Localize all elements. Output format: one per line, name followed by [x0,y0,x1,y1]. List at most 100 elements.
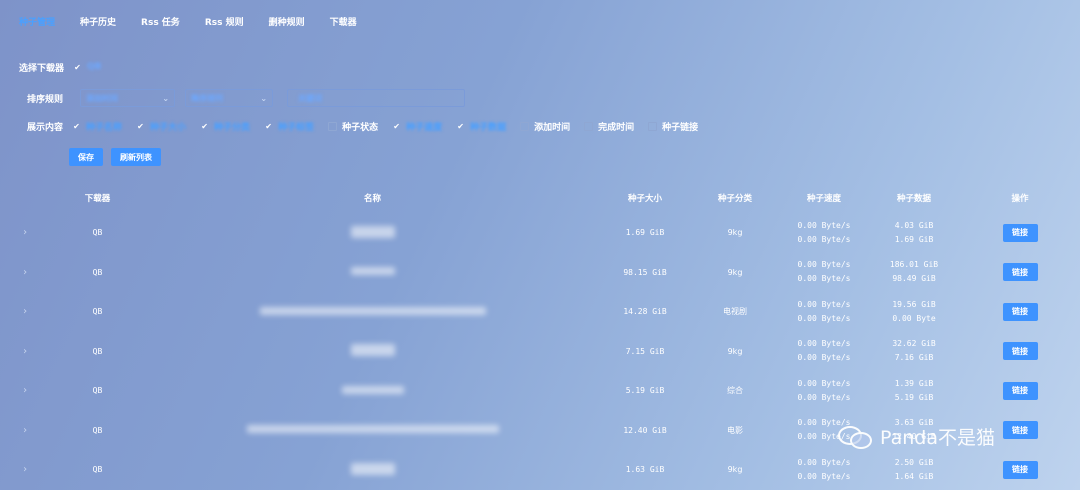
size-cell: 1.69 GiB [625,228,665,238]
downloader-cell: QB [92,425,103,435]
option-torrent-data[interactable]: ✔ 种子数据 [456,120,506,133]
checkbox[interactable]: ✔ [72,122,81,131]
checkbox[interactable]: ✔ [136,122,145,131]
category-cell: 综合 [727,386,743,396]
data-cell: 19.56 GiB 0.00 Byte [868,292,960,332]
name-cell [145,332,600,372]
save-button[interactable]: 保存 [69,148,103,166]
checkbox[interactable] [328,121,338,131]
expand-row-icon[interactable]: › [0,411,50,451]
link-button[interactable]: 链接 [1002,302,1038,321]
tab-downloaders[interactable]: 下载器 [330,15,357,28]
name-cell [145,411,600,451]
search-placeholder: 关键词 [298,93,323,103]
download-speed: 0.00 Byte/s [797,274,851,284]
uploaded: 1.39 GiB [894,378,934,388]
link-button[interactable]: 链接 [1002,381,1038,400]
expand-row-icon[interactable]: › [0,332,50,372]
uploaded: 2.50 GiB [894,457,934,467]
option-torrent-speed[interactable]: ✔ 种子速度 [392,120,442,133]
ops-cell: 链接 [960,450,1080,490]
checkbox[interactable]: ✔ [456,122,465,131]
option-torrent-name[interactable]: ✔ 种子名称 [72,120,122,133]
expand-row-icon[interactable]: › [0,213,50,253]
watermark-text: Panda不是猫 [880,427,995,449]
category-cell: 9kg [727,346,743,356]
action-buttons: 保存 刷新列表 [69,148,169,166]
download-speed: 0.00 Byte/s [797,392,851,402]
header-expand [0,183,50,213]
downloader-option-value[interactable]: QB [87,62,102,72]
downloaded: 0.00 Byte [892,313,936,323]
link-button[interactable]: 链接 [1002,460,1038,479]
option-added-time[interactable]: 添加时间 [520,120,570,133]
data-cell: 32.62 GiB 7.16 GiB [868,332,960,372]
show-content-label: 展示内容 [27,122,64,133]
downloader-cell: QB [92,307,103,317]
tab-torrent-history[interactable]: 种子历史 [80,15,116,28]
header-downloader: 下载器 [84,194,111,204]
downloaded: 5.19 GiB [894,392,934,402]
option-torrent-size[interactable]: ✔ 种子大小 [136,120,186,133]
checkbox[interactable] [520,121,530,131]
link-button[interactable]: 链接 [1002,342,1038,361]
header-speed: 种子速度 [806,194,841,204]
option-torrent-category[interactable]: ✔ 种子分类 [200,120,250,133]
checkbox[interactable]: ✔ [200,122,209,131]
sort-order-select[interactable]: 降序排列 ⌄ [185,89,274,107]
link-button[interactable]: 链接 [1002,223,1038,242]
upload-speed: 0.00 Byte/s [797,378,851,388]
download-speed: 0.00 Byte/s [797,471,851,481]
table-row: › QB 14.28 GiB 电视剧 0.00 Byte/s 0.00 Byte/… [0,292,1080,332]
downloader-checkbox[interactable]: ✔ [73,63,82,72]
option-completed-time[interactable]: 完成时间 [584,120,634,133]
downloaded: 1.69 GiB [894,234,934,244]
download-speed: 0.00 Byte/s [797,353,851,363]
size-cell: 7.15 GiB [625,346,665,356]
option-torrent-status[interactable]: 种子状态 [328,120,378,133]
link-button[interactable]: 链接 [1002,263,1038,282]
header-ops: 操作 [1011,194,1029,204]
tab-rss-rules[interactable]: Rss 规则 [205,15,244,28]
name-cell [145,371,600,411]
category-cell: 9kg [727,228,743,238]
downloader-cell: QB [92,386,103,396]
expand-row-icon[interactable]: › [0,371,50,411]
data-cell: 2.50 GiB 1.64 GiB [868,450,960,490]
expand-row-icon[interactable]: › [0,253,50,293]
refresh-list-button[interactable]: 刷新列表 [111,148,161,166]
category-cell: 9kg [727,465,743,475]
link-button[interactable]: 链接 [1002,421,1038,440]
tab-delete-rules[interactable]: 删种规则 [269,15,305,28]
category-cell: 9kg [727,267,743,277]
option-torrent-link[interactable]: 种子链接 [648,120,698,133]
expand-row-icon[interactable]: › [0,292,50,332]
downloader-cell: QB [92,228,103,238]
name-cell [145,213,600,253]
upload-speed: 0.00 Byte/s [797,220,851,230]
checkbox[interactable]: ✔ [392,122,401,131]
downloader-cell: QB [92,346,103,356]
search-input[interactable]: 关键词 [287,89,466,107]
size-cell: 12.40 GiB [623,425,667,435]
tab-torrent-management[interactable]: 种子管理 [19,15,55,28]
option-torrent-tags[interactable]: ✔ 种子标签 [264,120,314,133]
name-cell [145,253,600,293]
expand-row-icon[interactable]: › [0,450,50,490]
name-cell [145,450,600,490]
speed-cell: 0.00 Byte/s 0.00 Byte/s [780,213,868,253]
speed-cell: 0.00 Byte/s 0.00 Byte/s [780,450,868,490]
sort-field-select[interactable]: 添加时间 ⌄ [80,89,176,107]
sort-field-value: 添加时间 [86,93,119,103]
ops-cell: 链接 [960,332,1080,372]
uploaded: 4.03 GiB [894,220,934,230]
upload-speed: 0.00 Byte/s [797,260,851,270]
tab-rss-tasks[interactable]: Rss 任务 [141,15,180,28]
checkbox[interactable] [584,121,594,131]
checkbox[interactable] [648,121,658,131]
table-header-row: 下载器 名称 种子大小 种子分类 种子速度 种子数据 操作 [0,183,1080,213]
checkbox[interactable]: ✔ [264,122,273,131]
table-row: › QB 7.15 GiB 9kg 0.00 Byte/s 0.00 Byte/s… [0,332,1080,372]
download-speed: 0.00 Byte/s [797,313,851,323]
table-row: › QB 5.19 GiB 综合 0.00 Byte/s 0.00 Byte/s … [0,371,1080,411]
